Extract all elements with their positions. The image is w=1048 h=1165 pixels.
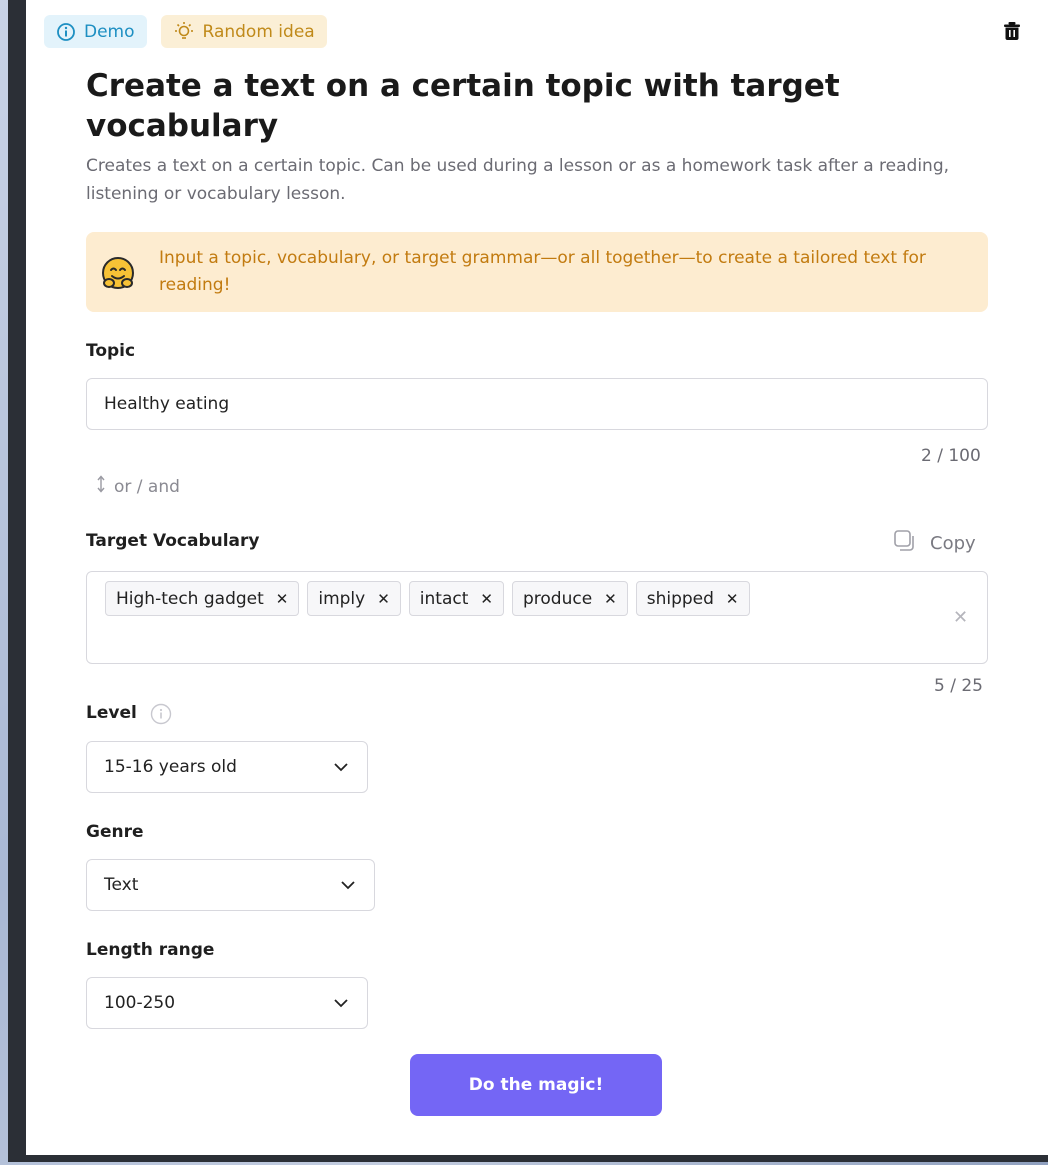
vocabulary-label: Target Vocabulary	[86, 531, 260, 551]
hint-callout: Input a topic, vocabulary, or target gra…	[86, 232, 988, 312]
vocabulary-tag: shipped ✕	[635, 581, 750, 616]
lightbulb-icon	[173, 21, 195, 43]
info-icon	[56, 22, 76, 42]
trash-button[interactable]	[1003, 21, 1021, 45]
vocabulary-counter: 5 / 25	[934, 676, 983, 696]
or-and-text: or / and	[114, 476, 180, 497]
hint-text: Input a topic, vocabulary, or target gra…	[159, 248, 926, 295]
copy-label: Copy	[930, 533, 976, 554]
chevron-down-icon	[333, 993, 349, 1013]
tag-label: imply	[318, 588, 366, 609]
copy-icon	[894, 530, 918, 557]
demo-button[interactable]: Demo	[44, 15, 147, 48]
remove-tag-icon[interactable]: ✕	[604, 590, 617, 608]
length-range-value: 100-250	[104, 993, 176, 1013]
length-range-select[interactable]: 100-250	[86, 977, 368, 1029]
page-description: Creates a text on a certain topic. Can b…	[86, 156, 950, 204]
genre-select[interactable]: Text	[86, 859, 375, 911]
random-idea-label: Random idea	[202, 21, 315, 42]
level-value: 15-16 years old	[104, 757, 237, 777]
vocabulary-tags: High-tech gadget ✕ imply ✕ intact ✕ produce…	[105, 581, 750, 616]
vocabulary-tag: High-tech gadget ✕	[105, 581, 300, 616]
tag-label: shipped	[646, 588, 714, 609]
chevron-down-icon	[333, 757, 349, 777]
chevron-down-icon	[340, 875, 356, 895]
vocabulary-tag: intact ✕	[408, 581, 504, 616]
vocabulary-tag: imply ✕	[307, 581, 401, 616]
genre-label: Genre	[86, 822, 144, 842]
remove-tag-icon[interactable]: ✕	[726, 590, 739, 608]
topic-counter: 2 / 100	[921, 446, 981, 466]
tag-label: High-tech gadget	[116, 588, 264, 609]
length-range-label: Length range	[86, 940, 215, 960]
do-the-magic-button[interactable]: Do the magic!	[410, 1054, 662, 1116]
level-select[interactable]: 15-16 years old	[86, 741, 368, 793]
clear-all-icon[interactable]: ✕	[953, 607, 968, 628]
genre-value: Text	[104, 875, 139, 895]
random-idea-button[interactable]: Random idea	[160, 15, 327, 48]
tag-label: intact	[419, 588, 469, 609]
top-toolbar: Demo Random idea	[44, 15, 327, 48]
tool-panel: Demo Random idea Create a text on a cert…	[26, 0, 1048, 1155]
level-info-icon[interactable]	[150, 703, 172, 729]
vocabulary-tag: produce ✕	[511, 581, 628, 616]
tag-label: produce	[522, 588, 593, 609]
page-title: Create a text on a certain topic with ta…	[86, 68, 840, 144]
swap-vertical-icon	[96, 474, 106, 499]
topic-label: Topic	[86, 341, 136, 361]
demo-label: Demo	[84, 21, 135, 42]
vocabulary-tag-input[interactable]: High-tech gadget ✕ imply ✕ intact ✕ produce…	[86, 571, 988, 664]
or-and-separator: or / and	[96, 474, 180, 499]
topic-input[interactable]	[86, 378, 988, 430]
copy-button[interactable]: Copy	[894, 530, 976, 557]
remove-tag-icon[interactable]: ✕	[480, 590, 493, 608]
trash-icon	[1004, 22, 1020, 40]
hugging-face-icon	[100, 255, 136, 295]
remove-tag-icon[interactable]: ✕	[377, 590, 390, 608]
level-label: Level	[86, 703, 137, 723]
remove-tag-icon[interactable]: ✕	[276, 590, 289, 608]
